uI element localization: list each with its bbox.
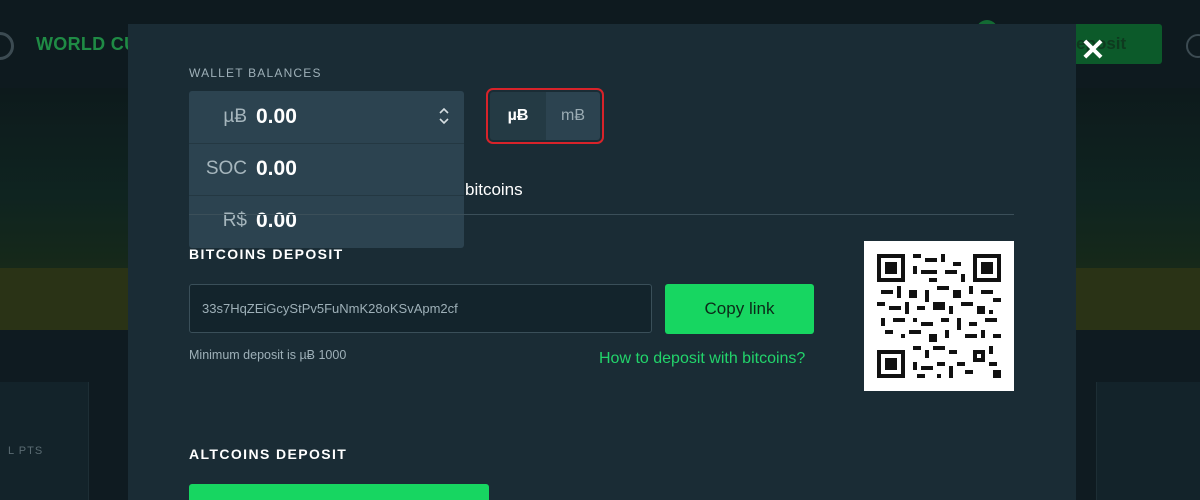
background-table-header: L PTS (8, 445, 44, 457)
wallet-row-soc[interactable]: SOC 0.00 (189, 143, 464, 196)
altcoins-deposit-button[interactable] (189, 484, 489, 500)
tab-bitcoins[interactable]: bitcoins (465, 180, 523, 200)
currency-label: R$ (222, 210, 247, 231)
wallet-row-ubtc[interactable]: µɃ 0.00 (189, 91, 464, 144)
minimum-deposit-note: Minimum deposit is µɃ 1000 (189, 348, 347, 362)
wallet-row-brl[interactable]: R$ 0.00 (189, 195, 464, 247)
close-icon[interactable]: ✕ (1076, 34, 1110, 68)
balance-amount: 0.00 (256, 105, 297, 128)
background-brand: WORLD CU (36, 34, 138, 54)
tab-divider (189, 214, 1014, 215)
background-standings-table (0, 382, 89, 500)
qr-code-graphic (877, 254, 1001, 378)
qr-code-icon (864, 241, 1014, 391)
currency-label: µɃ (223, 106, 247, 127)
balance-amount: 0.00 (256, 157, 297, 180)
wallet-balances-label: WALLET BALANCES (189, 66, 322, 80)
deposit-address-field[interactable]: 33s7HqZEiGcyStPv5FuNmK28oKSvApm2cf (189, 284, 652, 333)
how-to-deposit-link[interactable]: How to deposit with bitcoins? (599, 350, 805, 368)
background-side-panel (1096, 382, 1200, 500)
unit-toggle-mbtc[interactable]: mɃ (546, 92, 600, 140)
unit-toggle-ubtc[interactable]: µɃ (490, 92, 546, 140)
currency-label: SOC (205, 158, 247, 179)
wallet-balance-dropdown[interactable]: µɃ 0.00 SOC 0.00 R$ 0.00 (189, 91, 464, 248)
bitcoins-deposit-title: BITCOINS DEPOSIT (189, 246, 344, 262)
chevron-updown-icon[interactable] (435, 105, 453, 129)
altcoins-deposit-title: ALTCOINS DEPOSIT (189, 446, 348, 462)
balance-amount: 0.00 (256, 209, 297, 232)
copy-link-button[interactable]: Copy link (665, 284, 814, 334)
